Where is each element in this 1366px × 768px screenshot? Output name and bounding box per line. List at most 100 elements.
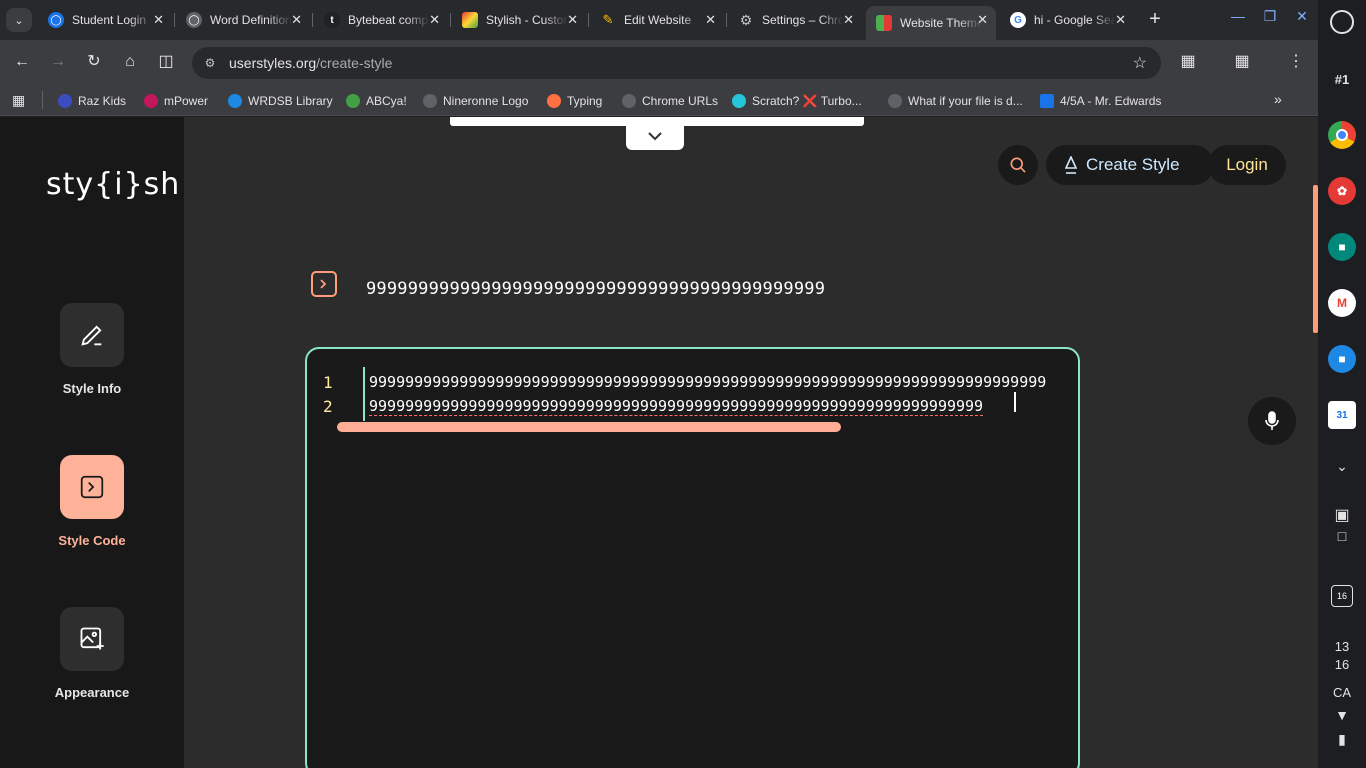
close-icon[interactable]: ✕ xyxy=(705,12,716,28)
code-line[interactable]: 9999999999999999999999999999999999999999… xyxy=(369,373,1046,391)
bookmark-chrome-urls[interactable]: Chrome URLs xyxy=(622,92,718,110)
horizontal-scrollbar[interactable] xyxy=(337,422,841,432)
pencil-icon xyxy=(81,325,102,346)
back-button[interactable]: ← xyxy=(12,52,32,72)
home-icon: ⌂ xyxy=(125,53,135,70)
date-tray[interactable]: 16 xyxy=(1331,585,1353,607)
document-icon[interactable]: ▣ xyxy=(1318,505,1366,525)
tab-student-login[interactable]: ◯ Student Login ✕ xyxy=(38,6,172,34)
globe-icon: ◯ xyxy=(186,12,202,28)
home-button[interactable]: ⌂ xyxy=(120,52,140,72)
tab-title: Settings – Chrome xyxy=(762,13,844,27)
classroom-icon xyxy=(1040,94,1054,108)
close-icon[interactable]: ✕ xyxy=(977,12,988,28)
classroom-icon[interactable]: ■ xyxy=(1328,233,1356,261)
tab-settings[interactable]: ⚙ Settings – Chrome ✕ xyxy=(728,6,862,34)
extensions-button[interactable]: ▦ xyxy=(1178,52,1198,72)
url-text[interactable]: userstyles.org/create-style xyxy=(229,55,392,71)
clock-hour[interactable]: 13 xyxy=(1318,639,1366,654)
bookmark-label: Chrome URLs xyxy=(642,94,719,108)
close-window-button[interactable]: ✕ xyxy=(1290,8,1314,30)
gmail-icon[interactable]: M xyxy=(1328,289,1356,317)
restore-button[interactable]: ❐ xyxy=(1258,8,1282,30)
login-button[interactable]: Login xyxy=(1208,145,1286,185)
close-icon[interactable]: ✕ xyxy=(843,12,854,28)
bookmark-mr-edwards[interactable]: 4/5A - Mr. Edwards xyxy=(1040,92,1161,110)
chrome-icon[interactable] xyxy=(1328,121,1356,149)
bookmark-nineronne-logo[interactable]: Nineronne Logo xyxy=(423,92,528,110)
forward-button[interactable]: → xyxy=(48,52,68,72)
launcher-icon[interactable] xyxy=(1330,10,1354,34)
style-info-label[interactable]: Style Info xyxy=(0,381,184,396)
bookmark-icon xyxy=(732,94,746,108)
tab-title: Word Definition xyxy=(210,13,292,27)
clock-minute[interactable]: 16 xyxy=(1318,657,1366,672)
bookmark-typing[interactable]: Typing xyxy=(547,92,602,110)
minimize-button[interactable]: — xyxy=(1226,8,1250,30)
globe-icon: ◯ xyxy=(48,12,64,28)
restore-icon: ❐ xyxy=(1263,8,1277,24)
calendar-icon[interactable]: 31 xyxy=(1328,401,1356,429)
tab-stylish[interactable]: Stylish - Custom ✕ xyxy=(452,6,586,34)
line-number: 1 xyxy=(323,373,333,392)
text-cursor xyxy=(1014,392,1016,412)
more-bookmarks-icon[interactable]: » xyxy=(1274,91,1282,107)
bookmark-icon xyxy=(144,94,158,108)
wifi-icon[interactable]: ▼ xyxy=(1318,707,1366,723)
appearance-button[interactable] xyxy=(60,607,124,671)
input-method-label[interactable]: CA xyxy=(1318,685,1366,700)
menu-button[interactable]: ⋮ xyxy=(1286,52,1306,72)
tab-bytebeat[interactable]: t Bytebeat composer ✕ xyxy=(314,6,448,34)
close-icon[interactable]: ✕ xyxy=(429,12,440,28)
arrow-right-icon: → xyxy=(50,53,66,70)
reload-button[interactable]: ↻ xyxy=(84,52,104,72)
appearance-label[interactable]: Appearance xyxy=(0,685,184,700)
close-icon[interactable]: ✕ xyxy=(291,12,302,28)
tab-search-button[interactable]: ⌄ xyxy=(6,8,32,32)
voice-input-button[interactable] xyxy=(1248,397,1296,445)
close-icon[interactable]: ✕ xyxy=(567,12,578,28)
style-code-label[interactable]: Style Code xyxy=(0,533,184,548)
apps-icon[interactable]: ▦ xyxy=(12,92,28,108)
screen: ⌄ ◯ Student Login ✕ ◯ Word Definition ✕ … xyxy=(0,0,1366,768)
image-add-icon xyxy=(80,627,104,650)
bookmark-star-icon[interactable]: ☆ xyxy=(1133,53,1147,73)
code-editor[interactable]: 1 2 999999999999999999999999999999999999… xyxy=(305,347,1080,768)
stylish-logo[interactable]: sty{i}sh xyxy=(46,167,180,202)
bookmark-scratch-turbo[interactable]: Scratch? ❌ Turbo... xyxy=(732,92,862,110)
tab-groups-button[interactable]: ▦ xyxy=(1232,52,1252,72)
bookmark-abcya[interactable]: ABCya! xyxy=(346,92,407,110)
tab-title: Edit Website xyxy=(624,13,692,27)
bookmark-wrdsb-library[interactable]: WRDSB Library xyxy=(228,92,333,110)
battery-icon[interactable]: ▮ xyxy=(1318,731,1366,748)
tab-website-themes[interactable]: Website Themes ✕ xyxy=(866,6,996,40)
new-tab-button[interactable]: + xyxy=(1144,9,1166,31)
bookmark-mpower[interactable]: mPower xyxy=(144,92,208,110)
virtual-desk-label[interactable]: #1 xyxy=(1318,72,1366,87)
clipboard-icon[interactable]: □ xyxy=(1318,528,1366,544)
tab-edit-website[interactable]: ✎ Edit Website ✕ xyxy=(590,6,724,34)
code-line[interactable]: 9999999999999999999999999999999999999999… xyxy=(369,397,984,416)
collapse-toggle-button[interactable] xyxy=(626,121,684,150)
close-icon[interactable]: ✕ xyxy=(153,12,164,28)
canvas-icon[interactable]: ✿ xyxy=(1328,177,1356,205)
close-icon[interactable]: ✕ xyxy=(1115,12,1126,28)
bookmark-what-if-file[interactable]: What if your file is d... xyxy=(888,92,1023,110)
create-style-button[interactable]: Create Style xyxy=(1046,145,1214,185)
tab-google-search[interactable]: G hi - Google Search ✕ xyxy=(1000,6,1134,34)
bookmark-label: ABCya! xyxy=(366,94,407,108)
style-info-button[interactable] xyxy=(60,303,124,367)
reload-icon: ↻ xyxy=(87,53,101,70)
style-title: 9999999999999999999999999999999999999999… xyxy=(366,279,826,299)
chevron-down-icon[interactable]: ⌄ xyxy=(1318,458,1366,475)
line-number: 2 xyxy=(323,397,333,416)
arrow-left-icon: ← xyxy=(14,53,30,70)
style-code-button[interactable] xyxy=(60,455,124,519)
search-button[interactable] xyxy=(998,145,1038,185)
tab-word-definition[interactable]: ◯ Word Definition ✕ xyxy=(176,6,310,34)
site-info-icon[interactable]: ⚙ xyxy=(202,55,218,71)
files-icon[interactable]: ■ xyxy=(1328,345,1356,373)
bookmark-raz-kids[interactable]: Raz Kids xyxy=(58,92,126,110)
address-bar[interactable]: ⚙ userstyles.org/create-style ☆ xyxy=(192,47,1161,79)
side-panel-button[interactable]: ◫ xyxy=(156,52,176,72)
